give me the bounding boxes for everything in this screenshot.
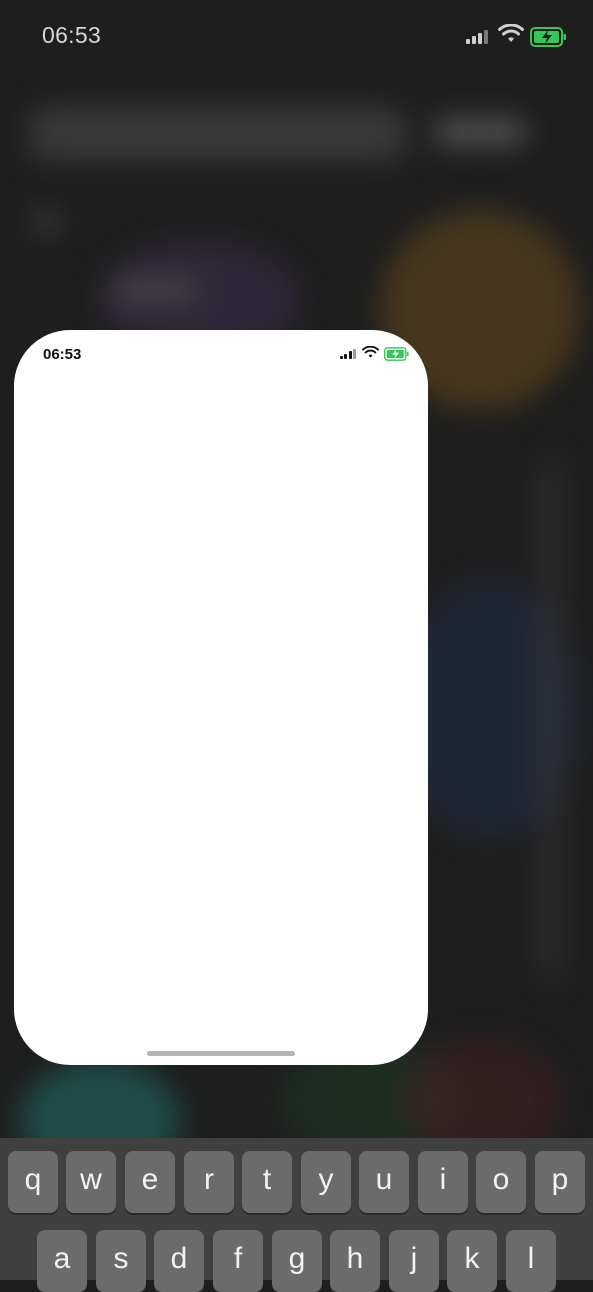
cellular-signal-icon — [340, 348, 356, 359]
cellular-signal-icon — [466, 28, 490, 44]
key-f[interactable]: f — [213, 1230, 263, 1292]
battery-charging-icon — [384, 347, 409, 361]
keyboard: q w e r t y u i o p a s d f g h j k l — [0, 1138, 593, 1292]
key-o[interactable]: o — [476, 1151, 526, 1213]
key-q[interactable]: q — [8, 1151, 58, 1213]
key-e[interactable]: e — [125, 1151, 175, 1213]
wifi-icon — [362, 346, 379, 358]
key-i[interactable]: i — [418, 1151, 468, 1213]
key-w[interactable]: w — [66, 1151, 116, 1213]
app-preview-card[interactable]: 06:53 — [14, 330, 428, 1065]
key-g[interactable]: g — [272, 1230, 322, 1292]
key-r[interactable]: r — [184, 1151, 234, 1213]
key-y[interactable]: y — [301, 1151, 351, 1213]
status-bar: 06:53 — [0, 0, 593, 72]
key-u[interactable]: u — [359, 1151, 409, 1213]
key-h[interactable]: h — [330, 1230, 380, 1292]
home-indicator[interactable] — [147, 1051, 295, 1056]
key-t[interactable]: t — [242, 1151, 292, 1213]
battery-charging-icon — [530, 27, 566, 47]
key-s[interactable]: s — [96, 1230, 146, 1292]
key-k[interactable]: k — [447, 1230, 497, 1292]
key-d[interactable]: d — [154, 1230, 204, 1292]
card-status-time: 06:53 — [43, 346, 82, 363]
status-time: 06:53 — [42, 22, 102, 48]
key-a[interactable]: a — [37, 1230, 87, 1292]
key-p[interactable]: p — [535, 1151, 585, 1213]
key-j[interactable]: j — [389, 1230, 439, 1292]
key-l[interactable]: l — [506, 1230, 556, 1292]
wifi-icon — [498, 24, 524, 42]
